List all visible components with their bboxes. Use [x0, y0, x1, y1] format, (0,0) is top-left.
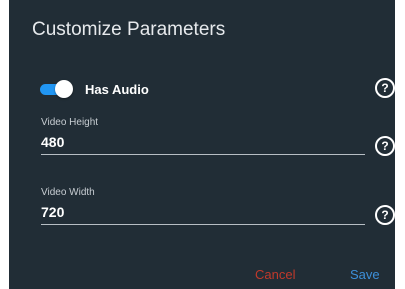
video-width-input[interactable]	[41, 204, 365, 225]
has-audio-help-icon[interactable]: ?	[375, 78, 395, 98]
video-width-label: Video Width	[41, 187, 95, 198]
video-height-label: Video Height	[41, 117, 99, 128]
save-button[interactable]: Save	[350, 267, 380, 282]
dialog-title: Customize Parameters	[32, 19, 226, 40]
has-audio-row: Has Audio	[40, 79, 149, 99]
video-width-field: Video Width	[41, 187, 365, 225]
has-audio-toggle[interactable]	[40, 79, 73, 99]
video-width-help-icon[interactable]: ?	[375, 205, 395, 225]
video-height-field: Video Height	[41, 117, 365, 155]
toggle-thumb	[55, 80, 73, 98]
cancel-button[interactable]: Cancel	[255, 267, 295, 282]
video-height-help-icon[interactable]: ?	[375, 136, 395, 156]
has-audio-label: Has Audio	[85, 81, 149, 97]
video-height-input[interactable]	[41, 134, 365, 155]
customize-parameters-dialog: Customize Parameters Has Audio ? Video H…	[9, 0, 395, 289]
